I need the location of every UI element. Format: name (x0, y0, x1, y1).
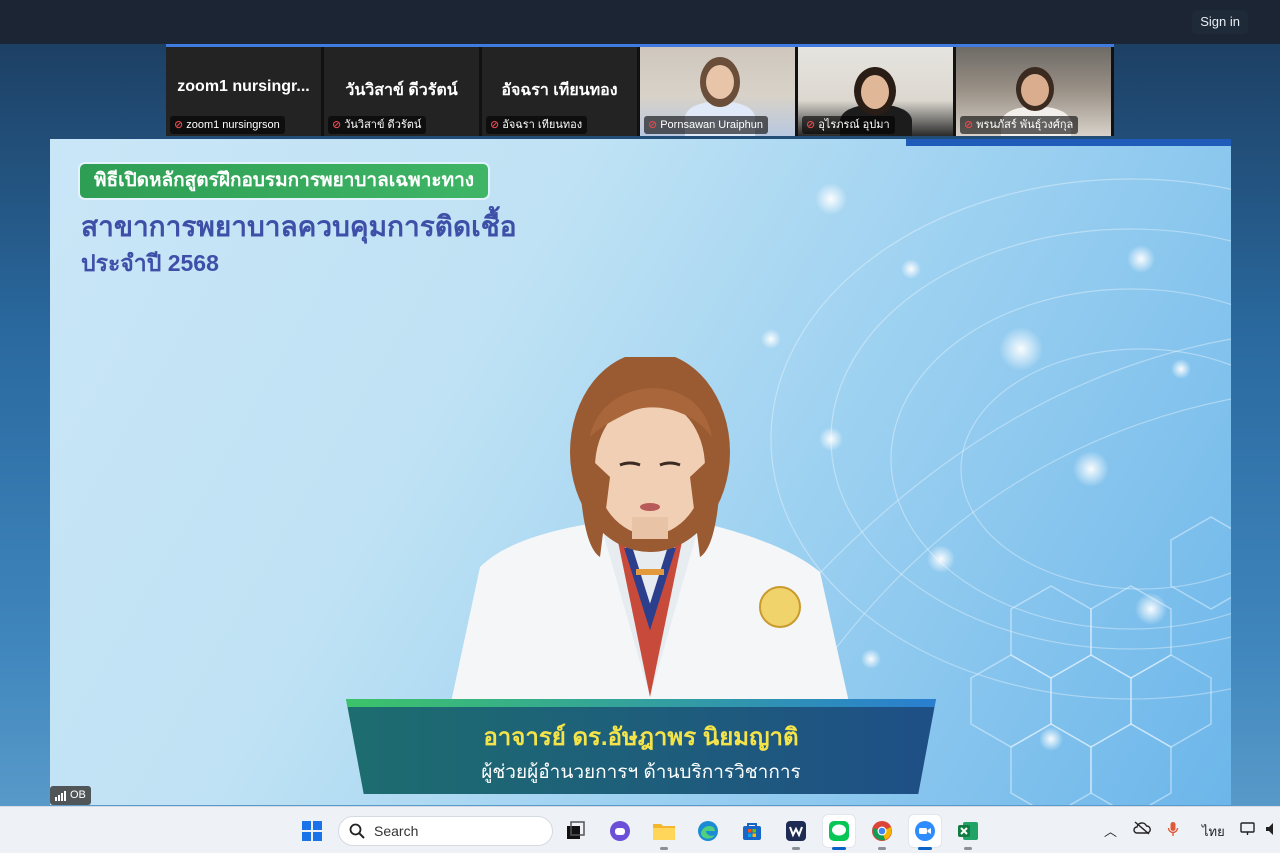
participant-name: พรนภัสร์ พันธุ์วงศ์กุล (976, 119, 1074, 131)
mic-muted-icon: ⊘ (490, 119, 500, 131)
language-indicator[interactable]: ไทย (1202, 821, 1225, 842)
participant-label: ⊘ วันวิสาข์ ดีวรัตน์ (328, 116, 427, 134)
windows-taskbar: Search ︿ ไทย (0, 806, 1280, 853)
participant-video-tile[interactable]: ⊘ อุไรภรณ์ อุปมา (798, 47, 953, 136)
chrome-icon (872, 821, 892, 841)
excel-button[interactable] (952, 815, 984, 850)
search-placeholder: Search (374, 823, 419, 839)
microphone-icon (1167, 822, 1179, 836)
microphone-in-use-icon[interactable] (1167, 821, 1179, 840)
participant-display-name: zoom1 nursingr... (177, 78, 310, 95)
signal-bars-icon (55, 790, 66, 801)
running-indicator (964, 847, 972, 850)
connection-label: OB (70, 789, 86, 801)
microsoft-store-button[interactable] (736, 815, 768, 847)
mic-muted-icon: ⊘ (964, 119, 974, 131)
participant-name: อุไรภรณ์ อุปมา (818, 119, 890, 131)
running-indicator (832, 847, 846, 850)
participant-video-tile[interactable]: ⊘ พรนภัสร์ พันธุ์วงศ์กุล (956, 47, 1111, 136)
cloud-offline-icon-graphic (1133, 821, 1151, 835)
participant-video (861, 75, 889, 109)
connection-indicator[interactable]: OB (50, 786, 91, 805)
store-icon (743, 823, 761, 840)
participant-video-tile[interactable]: ⊘ Pornsawan Uraiphun (640, 47, 795, 136)
copilot-icon (610, 821, 630, 841)
running-indicator (660, 847, 668, 850)
participant-label: ⊘ Pornsawan Uraiphun (644, 116, 768, 134)
participant-label: ⊘ อัจฉรา เทียนทอง (486, 116, 588, 134)
participant-label: ⊘ พรนภัสร์ พันธุ์วงศ์กุล (960, 116, 1079, 134)
zoom-button[interactable] (909, 815, 941, 850)
participant-name: วันวิสาข์ ดีวรัตน์ (344, 119, 422, 131)
file-explorer-button[interactable] (648, 815, 680, 850)
participant-video (1021, 74, 1049, 106)
shared-screen: พิธีเปิดหลักสูตรฝึกอบรมการพยาบาลเฉพาะทาง… (50, 139, 1231, 805)
mic-muted-icon: ⊘ (806, 119, 816, 131)
search-icon (349, 823, 365, 839)
participant-tile[interactable]: zoom1 nursingr... ⊘ zoom1 nursingrson (166, 47, 321, 136)
network-display-icon[interactable] (1240, 821, 1258, 840)
running-indicator (918, 847, 932, 850)
zoom-icon (915, 821, 935, 841)
slide-title: สาขาการพยาบาลควบคุมการติดเชื้อ (81, 211, 517, 242)
line-button[interactable] (823, 815, 855, 850)
tray-overflow-chevron-icon[interactable]: ︿ (1104, 821, 1117, 840)
participant-name: อัจฉรา เทียนทอง (502, 119, 583, 131)
slide-top-accent (906, 139, 1231, 146)
slide-badge: พิธีเปิดหลักสูตรฝึกอบรมการพยาบาลเฉพาะทาง (80, 164, 489, 198)
edge-button[interactable] (692, 815, 724, 847)
running-indicator (878, 847, 886, 850)
sign-in-button[interactable]: Sign in (1192, 10, 1248, 34)
mic-muted-icon: ⊘ (174, 119, 184, 131)
participant-display-name: อัจฉรา เทียนทอง (501, 82, 618, 99)
speaker-caption: อาจารย์ ดร.อัษฎาพร นิยมญาติ ผู้ช่วยผู้อำ… (346, 699, 936, 794)
monitor-icon (1240, 822, 1255, 835)
participant-tile[interactable]: อัจฉรา เทียนทอง ⊘ อัจฉรา เทียนทอง (482, 47, 637, 136)
participant-tile[interactable]: วันวิสาข์ ดีวรัตน์ ⊘ วันวิสาข์ ดีวรัตน์ (324, 47, 479, 136)
participant-label: ⊘ อุไรภรณ์ อุปมา (802, 116, 895, 134)
edge-icon (698, 821, 718, 841)
volume-icon[interactable] (1265, 821, 1279, 840)
task-view-button[interactable] (560, 815, 592, 847)
cloud-offline-icon[interactable] (1133, 821, 1151, 838)
participant-name: Pornsawan Uraiphun (660, 119, 763, 131)
excel-icon (958, 822, 978, 840)
participant-label: ⊘ zoom1 nursingrson (170, 116, 285, 134)
speaker-role: ผู้ช่วยผู้อำนวยการฯ ด้านบริการวิชาการ (481, 762, 801, 783)
participant-strip: zoom1 nursingr... ⊘ zoom1 nursingrson วั… (166, 47, 1114, 136)
participant-display-name: วันวิสาข์ ดีวรัตน์ (345, 82, 458, 99)
task-view-icon (567, 821, 585, 839)
copilot-button[interactable] (604, 815, 636, 847)
participant-video (706, 65, 734, 99)
speaker-icon (1266, 823, 1273, 835)
folder-icon (653, 824, 675, 840)
windows-logo-icon (302, 821, 322, 841)
line-icon (829, 821, 849, 841)
mic-muted-icon: ⊘ (648, 119, 658, 131)
zoom-top-bar: Sign in (0, 0, 1280, 44)
wacom-button[interactable] (780, 815, 812, 850)
participant-name: zoom1 nursingrson (186, 119, 280, 131)
mic-muted-icon: ⊘ (332, 119, 342, 131)
taskbar-search-input[interactable]: Search (338, 816, 553, 846)
slide-year: ประจำปี 2568 (81, 250, 219, 276)
speaker-name: อาจารย์ ดร.อัษฎาพร นิยมญาติ (483, 724, 799, 751)
speaker-video (450, 357, 850, 707)
chrome-button[interactable] (866, 815, 898, 850)
wacom-icon (786, 821, 806, 841)
running-indicator (792, 847, 800, 850)
windows-start-button[interactable] (296, 815, 328, 847)
